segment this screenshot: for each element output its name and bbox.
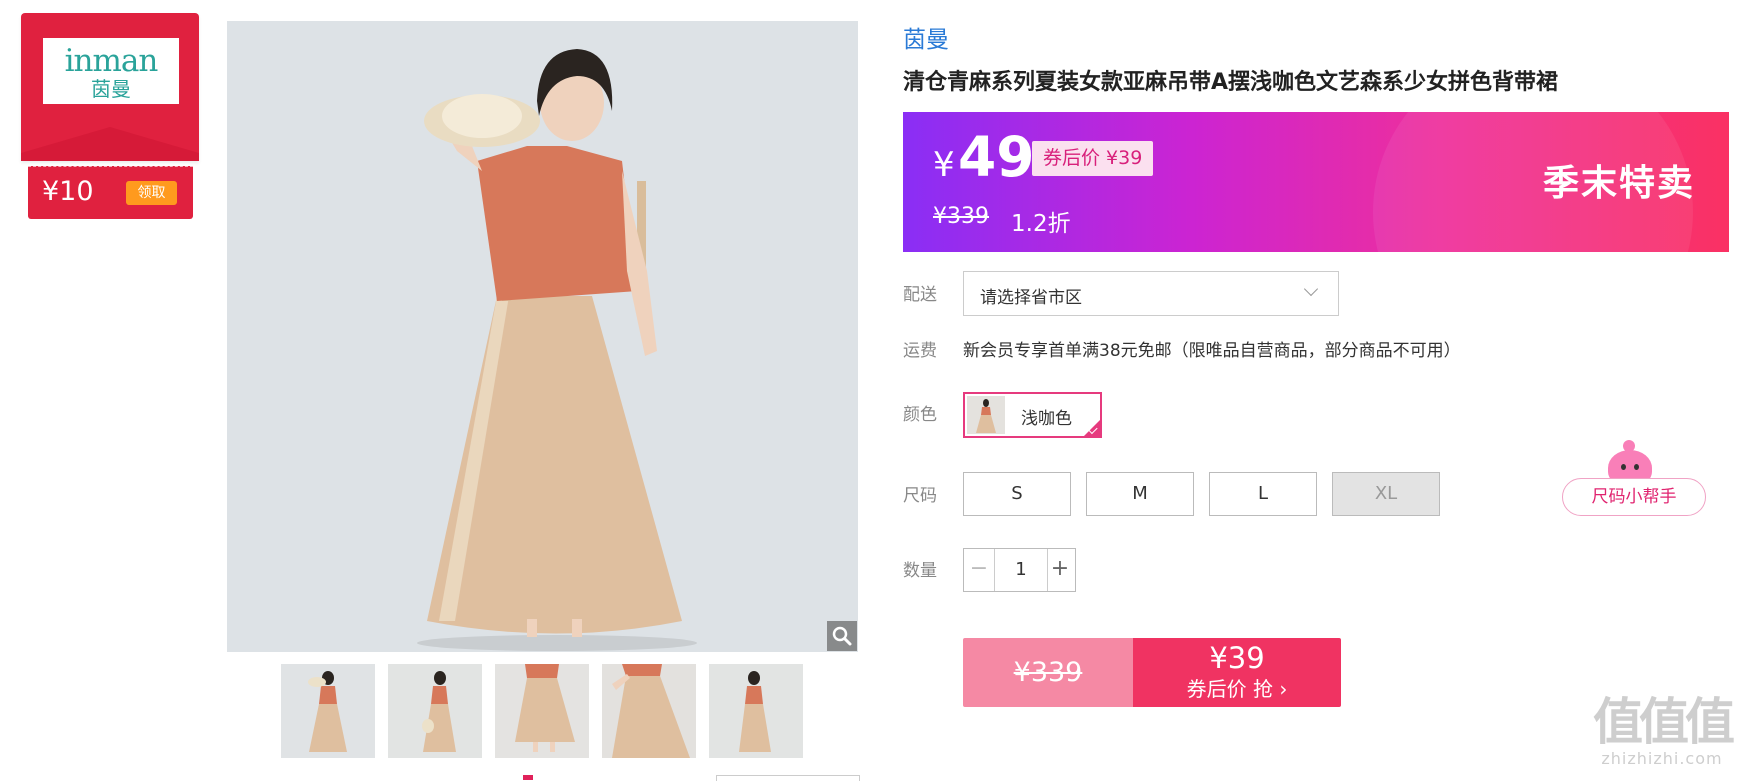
claim-coupon-button[interactable]: 领取 xyxy=(126,181,177,205)
zoom-icon[interactable] xyxy=(827,621,857,651)
buy-action-label: 券后价 抢 › xyxy=(1186,677,1288,701)
size-option-xl: XL xyxy=(1332,472,1440,516)
thumbnail-3[interactable] xyxy=(495,664,589,758)
mascot-eye xyxy=(1634,464,1639,470)
brand-logo-en: inman xyxy=(64,43,159,79)
color-option-label: 浅咖色 xyxy=(1021,409,1072,429)
price-banner: ¥ 49 券后价 ¥39 ¥339 1.2折 季末特卖 xyxy=(903,112,1729,252)
region-select-value: 请选择省市区 xyxy=(980,288,1082,308)
after-coupon-price: 券后价 ¥39 xyxy=(1032,141,1154,176)
buy-coupon-section: ¥39 券后价 抢 › xyxy=(1133,638,1341,707)
partial-button-edge xyxy=(716,775,860,781)
shipping-label: 运费 xyxy=(903,341,937,361)
color-swatch-image xyxy=(967,396,1005,434)
brand-logo: inman 茵曼 xyxy=(43,38,179,104)
size-helper-button[interactable]: 尺码小帮手 xyxy=(1562,478,1706,516)
price-currency: ¥ xyxy=(933,145,955,185)
thumbnail-1[interactable] xyxy=(281,664,375,758)
brand-link[interactable]: 茵曼 xyxy=(903,25,949,55)
increase-button[interactable]: + xyxy=(1045,549,1075,591)
thumbnail-2[interactable] xyxy=(388,664,482,758)
sale-price: 49 xyxy=(958,125,1035,189)
main-product-image[interactable] xyxy=(227,21,858,652)
chevron-down-icon xyxy=(1303,281,1319,297)
shipping-info: 新会员专享首单满38元免邮（限唯品自营商品，部分商品不可用） xyxy=(963,341,1461,361)
thumbnail-4[interactable] xyxy=(602,664,696,758)
mascot-eye xyxy=(1621,464,1626,470)
coupon-fold-decoration xyxy=(21,127,199,161)
thumbnail-nav-indicator xyxy=(523,775,533,780)
buy-coupon-price: ¥39 xyxy=(1209,641,1265,675)
region-select[interactable]: 请选择省市区 xyxy=(963,271,1339,316)
product-title: 清仓青麻系列夏装女款亚麻吊带A摆浅咖色文艺森系少女拼色背带裙 xyxy=(903,70,1559,95)
model-illustration xyxy=(227,21,858,652)
promo-tag: 季末特卖 xyxy=(1543,163,1696,204)
brand-logo-cn: 茵曼 xyxy=(91,77,131,101)
watermark-logo: 值值值 xyxy=(1593,693,1735,751)
decrease-button[interactable]: − xyxy=(964,549,994,591)
size-option-m[interactable]: M xyxy=(1086,472,1194,516)
buy-with-coupon-button[interactable]: ¥339 ¥39 券后价 抢 › xyxy=(963,638,1341,707)
quantity-stepper: − 1 + xyxy=(963,548,1076,592)
color-option-selected[interactable]: 浅咖色 xyxy=(963,392,1102,438)
quantity-label: 数量 xyxy=(903,561,937,581)
buy-original-price: ¥339 xyxy=(963,638,1133,707)
thumbnail-5[interactable] xyxy=(709,664,803,758)
color-label: 颜色 xyxy=(903,405,937,425)
store-coupon[interactable]: ¥10 领取 xyxy=(28,166,193,219)
quantity-input[interactable]: 1 xyxy=(994,549,1048,591)
delivery-label: 配送 xyxy=(903,285,937,305)
discount-rate: 1.2折 xyxy=(1011,211,1071,237)
brand-coupon-card[interactable]: inman 茵曼 xyxy=(21,13,199,161)
size-option-l[interactable]: L xyxy=(1209,472,1317,516)
size-option-s[interactable]: S xyxy=(963,472,1071,516)
watermark-url: zhizhizhi.com xyxy=(1601,749,1723,768)
size-label: 尺码 xyxy=(903,486,937,506)
site-watermark: 值值值 zhizhizhi.com xyxy=(1592,693,1735,768)
coupon-amount: ¥10 xyxy=(42,176,94,207)
original-price: ¥339 xyxy=(933,204,989,229)
